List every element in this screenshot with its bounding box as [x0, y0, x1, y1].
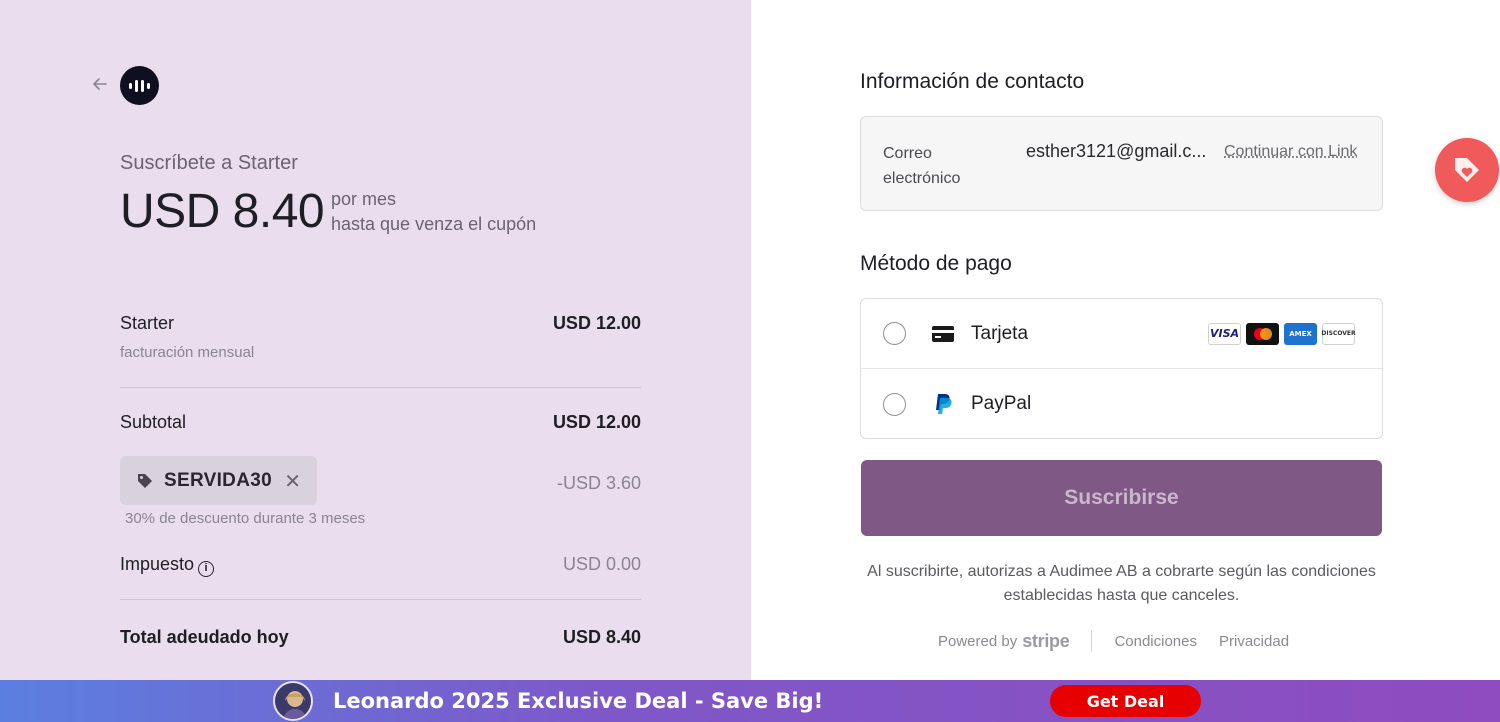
divider	[120, 599, 641, 600]
powered-by-label: Powered by	[938, 632, 1018, 650]
line-item-amount: USD 12.00	[552, 313, 641, 333]
line-item-note: facturación mensual	[120, 344, 255, 361]
payment-heading: Método de pago	[860, 252, 1012, 275]
tax-row: Impuesto i USD 0.00	[120, 554, 641, 577]
coupon-extension-icon[interactable]	[1435, 138, 1499, 202]
amex-icon: AMEX	[1284, 322, 1317, 345]
footer: Powered by stripe Condiciones Privacidad	[938, 630, 1289, 652]
payment-methods: Tarjeta VISA AMEX DISCOVER PayPal	[860, 298, 1383, 439]
price: USD 8.40	[120, 185, 325, 238]
conditions-link[interactable]: Condiciones	[1114, 633, 1197, 650]
discover-icon: DISCOVER	[1321, 322, 1356, 345]
credit-card-icon	[932, 323, 954, 345]
paypal-radio[interactable]	[883, 392, 906, 416]
subscribe-title: Suscríbete a Starter	[120, 152, 298, 174]
order-summary-panel: Suscríbete a Starter USD 8.40 por mes ha…	[0, 0, 751, 680]
payment-method-card[interactable]: Tarjeta VISA AMEX DISCOVER	[861, 299, 1382, 369]
total-amount: USD 8.40	[562, 627, 641, 647]
tag-icon	[136, 472, 154, 490]
card-label: Tarjeta	[971, 322, 1029, 344]
divider	[120, 387, 641, 388]
arrow-left-icon[interactable]	[90, 74, 112, 96]
info-icon[interactable]: i	[198, 561, 215, 577]
subtotal-row: Subtotal USD 12.00	[120, 412, 641, 433]
price-period: por mes	[331, 189, 397, 209]
banner-text: Leonardo 2025 Exclusive Deal - Save Big!	[333, 689, 824, 713]
paypal-label: PayPal	[971, 393, 1032, 414]
banner-avatar	[273, 681, 313, 721]
coupon-note: 30% de descuento durante 3 meses	[125, 510, 366, 527]
card-brand-logos: VISA AMEX DISCOVER	[1208, 322, 1356, 345]
coupon-code: SERVIDA30	[164, 469, 272, 491]
privacy-link[interactable]: Privacidad	[1219, 633, 1289, 650]
tax-amount: USD 0.00	[562, 554, 641, 574]
subtotal-amount: USD 12.00	[552, 412, 641, 432]
tax-label: Impuesto	[120, 554, 195, 574]
paypal-icon	[932, 393, 954, 415]
email-label: Correo electrónico	[883, 145, 961, 187]
mastercard-icon	[1246, 322, 1279, 345]
total-row: Total adeudado hoy USD 8.40	[120, 627, 641, 648]
coupon-pill: SERVIDA30 ✕	[120, 456, 317, 505]
contact-heading: Información de contacto	[860, 70, 1085, 93]
line-item: Starter USD 12.00 facturación mensual	[120, 313, 641, 361]
continue-with-link-button[interactable]: Continuar con Link	[1224, 143, 1357, 161]
powered-by-stripe[interactable]: Powered by stripe	[938, 630, 1070, 652]
brand-logo-icon[interactable]	[120, 66, 159, 105]
discount-amount: -USD 3.60	[556, 473, 641, 493]
ad-banner[interactable]: Leonardo 2025 Exclusive Deal - Save Big!…	[0, 680, 1500, 722]
price-condition: hasta que venza el cupón	[331, 214, 537, 234]
price-suffix: por mes hasta que venza el cupón	[331, 187, 536, 237]
visa-icon: VISA	[1208, 322, 1241, 345]
subscribe-button[interactable]: Suscribirse	[861, 460, 1382, 536]
stripe-logo: stripe	[1022, 630, 1070, 651]
contact-box: Correo electrónico esther3121@gmail.c...…	[860, 116, 1383, 211]
remove-coupon-icon[interactable]: ✕	[284, 469, 301, 494]
email-field[interactable]: esther3121@gmail.c...	[1026, 141, 1214, 162]
card-radio[interactable]	[883, 322, 906, 345]
terms-text: Al suscribirte, autorizas a Audimee AB a…	[867, 563, 1376, 604]
footer-divider	[1091, 630, 1093, 652]
get-deal-button[interactable]: Get Deal	[1050, 685, 1201, 717]
payment-method-paypal[interactable]: PayPal	[861, 369, 1382, 439]
checkout-panel: Información de contacto Correo electróni…	[751, 0, 1500, 680]
